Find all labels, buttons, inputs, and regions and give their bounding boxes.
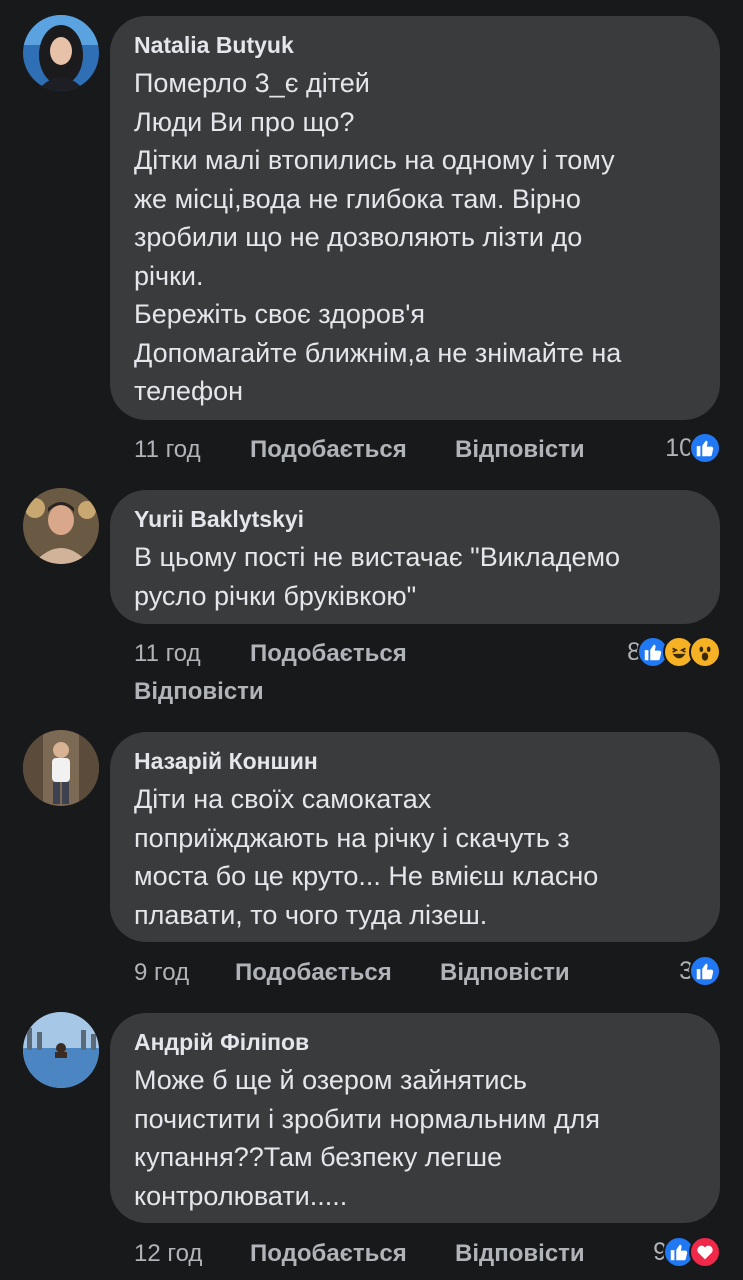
- reaction-summary[interactable]: 10: [665, 430, 721, 466]
- wow-icon: [689, 636, 721, 668]
- avatar[interactable]: [23, 15, 99, 91]
- comment-author[interactable]: Yurii Baklytskyi: [134, 506, 696, 532]
- comment-actions: 11 год Подобається Відповісти 8: [134, 636, 721, 710]
- comments-feed: Natalia Butyuk Померло 3_є дітей Люди Ви…: [0, 0, 743, 1280]
- avatar[interactable]: [23, 730, 99, 806]
- comment-time[interactable]: 12 год: [134, 1240, 202, 1268]
- comment-author[interactable]: Natalia Butyuk: [134, 32, 696, 58]
- comment-bubble: Назарій Коншин Діти на своїх самокатах п…: [110, 732, 720, 942]
- comment-text: Діти на своїх самокатах поприїжджають на…: [134, 784, 599, 930]
- reaction-summary[interactable]: 9: [653, 1234, 721, 1270]
- comment-time[interactable]: 11 год: [134, 640, 201, 668]
- reply-button[interactable]: Відповісти: [455, 1240, 585, 1268]
- comment-time[interactable]: 9 год: [134, 959, 189, 987]
- comment-author[interactable]: Назарій Коншин: [134, 748, 696, 774]
- reply-button[interactable]: Відповісти: [440, 959, 570, 987]
- like-icon: [689, 432, 721, 464]
- like-button[interactable]: Подобається: [250, 1240, 407, 1268]
- comment-text: В цьому пості не вистачає "Викладемо рус…: [134, 542, 621, 611]
- avatar[interactable]: [23, 1012, 99, 1088]
- comment-time[interactable]: 11 год: [134, 436, 201, 464]
- reply-button[interactable]: Відповісти: [134, 678, 264, 706]
- like-icon: [689, 955, 721, 987]
- comment-text: Може б ще й озером зайнятись почистити і…: [134, 1065, 601, 1211]
- love-icon: [689, 1236, 721, 1268]
- comment-bubble: Андрій Філіпов Може б ще й озером зайнят…: [110, 1013, 720, 1223]
- comment-author[interactable]: Андрій Філіпов: [134, 1029, 696, 1055]
- comment-text: Померло 3_є дітей Люди Ви про що? Дітки …: [134, 68, 622, 406]
- comment-bubble: Natalia Butyuk Померло 3_є дітей Люди Ви…: [110, 16, 720, 420]
- reaction-summary[interactable]: 3: [679, 953, 721, 989]
- like-button[interactable]: Подобається: [250, 640, 407, 668]
- reaction-summary[interactable]: 8: [627, 634, 721, 670]
- avatar[interactable]: [23, 488, 99, 564]
- like-button[interactable]: Подобається: [235, 959, 392, 987]
- like-button[interactable]: Подобається: [250, 436, 407, 464]
- comment-bubble: Yurii Baklytskyi В цьому пості не вистач…: [110, 490, 720, 624]
- reply-button[interactable]: Відповісти: [455, 436, 585, 464]
